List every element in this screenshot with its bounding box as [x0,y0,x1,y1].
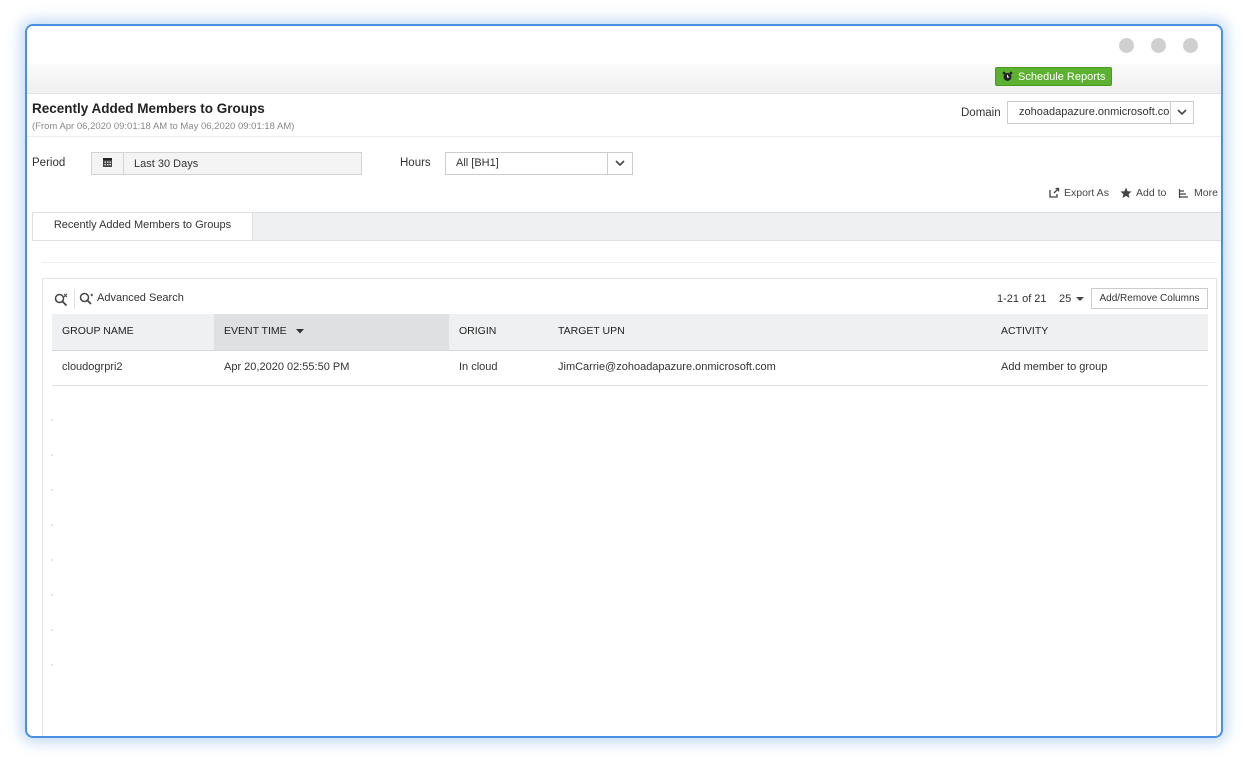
export-as-label: Export As [1064,187,1109,199]
report-grid-panel: Advanced Search 1-21 of 21 25 Add/Remove… [42,278,1217,736]
star-icon [1120,187,1132,198]
hours-value: All [BH1] [456,157,499,169]
empty-row-marker [51,664,53,666]
domain-value: zohoadapazure.onmicrosoft.com [1019,106,1171,118]
add-remove-columns-button[interactable]: Add/Remove Columns [1091,288,1208,309]
empty-row-marker [51,559,53,561]
advanced-search-label: Advanced Search [97,292,184,304]
top-toolbar: Schedule Reports [27,64,1221,94]
add-to-label: Add to [1136,187,1167,199]
report-title: Recently Added Members to Groups [32,101,265,116]
empty-row-marker [51,489,53,491]
empty-row-marker [51,454,53,456]
empty-row-marker [51,419,53,421]
period-label: Period [32,157,66,169]
hours-label: Hours [400,157,431,169]
chevron-down-icon[interactable] [1170,102,1193,123]
alarm-clock-icon [1002,71,1013,81]
schedule-reports-button[interactable]: Schedule Reports [995,67,1112,86]
period-value: Last 30 Days [134,158,199,170]
window-close-button[interactable] [1183,38,1198,53]
more-label: More [1194,187,1218,199]
report-tab-bar: Recently Added Members to Groups [32,212,1221,241]
export-icon [1049,187,1060,198]
quick-search-icon[interactable] [54,293,68,312]
hours-select[interactable]: All [BH1] [445,152,633,175]
calendar-icon[interactable] [92,153,124,174]
advanced-search-icon [79,292,93,305]
report-date-range: (From Apr 06,2020 09:01:18 AM to May 06,… [32,121,295,132]
column-header-target-upn[interactable]: TARGET UPN [548,314,991,350]
chevron-down-icon[interactable] [607,153,632,174]
cell-activity: Add member to group [1001,361,1108,373]
table-row[interactable]: cloudogrpri2 Apr 20,2020 02:55:50 PM In … [52,350,1208,386]
window-minimize-button[interactable] [1119,38,1134,53]
cell-origin: In cloud [459,361,498,373]
title-bar [27,26,1221,64]
cell-group-name: cloudogrpri2 [62,361,123,373]
divider [42,262,1217,263]
window-maximize-button[interactable] [1151,38,1166,53]
divider [27,136,1221,137]
empty-row-marker [51,524,53,526]
empty-row-marker [51,594,53,596]
app-window: Schedule Reports Recently Added Members … [25,24,1223,738]
per-page-value: 25 [1059,293,1072,305]
caret-down-icon [1076,297,1085,301]
schedule-reports-label: Schedule Reports [1018,71,1106,83]
table-header: GROUP NAME EVENT TIME ORIGIN TARGET UPN … [52,314,1208,351]
cell-event-time: Apr 20,2020 02:55:50 PM [224,361,350,373]
more-icon [1178,189,1188,198]
cell-target-upn: JimCarrie@zohoadapazure.onmicrosoft.com [558,361,776,373]
period-picker[interactable]: Last 30 Days [91,152,362,175]
column-header-origin[interactable]: ORIGIN [449,314,548,350]
column-header-activity[interactable]: ACTIVITY [991,314,1208,350]
divider [74,289,75,309]
tab-recently-added-members[interactable]: Recently Added Members to Groups [32,213,253,240]
per-page-select[interactable]: 25 [1059,293,1085,305]
sort-desc-icon [295,329,304,334]
domain-select[interactable]: zohoadapazure.onmicrosoft.com [1007,101,1194,124]
domain-label: Domain [961,107,1001,119]
pagination-info: 1-21 of 21 [997,293,1047,305]
column-header-event-time[interactable]: EVENT TIME [214,314,449,350]
empty-row-marker [51,629,53,631]
column-header-group-name[interactable]: GROUP NAME [52,314,214,350]
